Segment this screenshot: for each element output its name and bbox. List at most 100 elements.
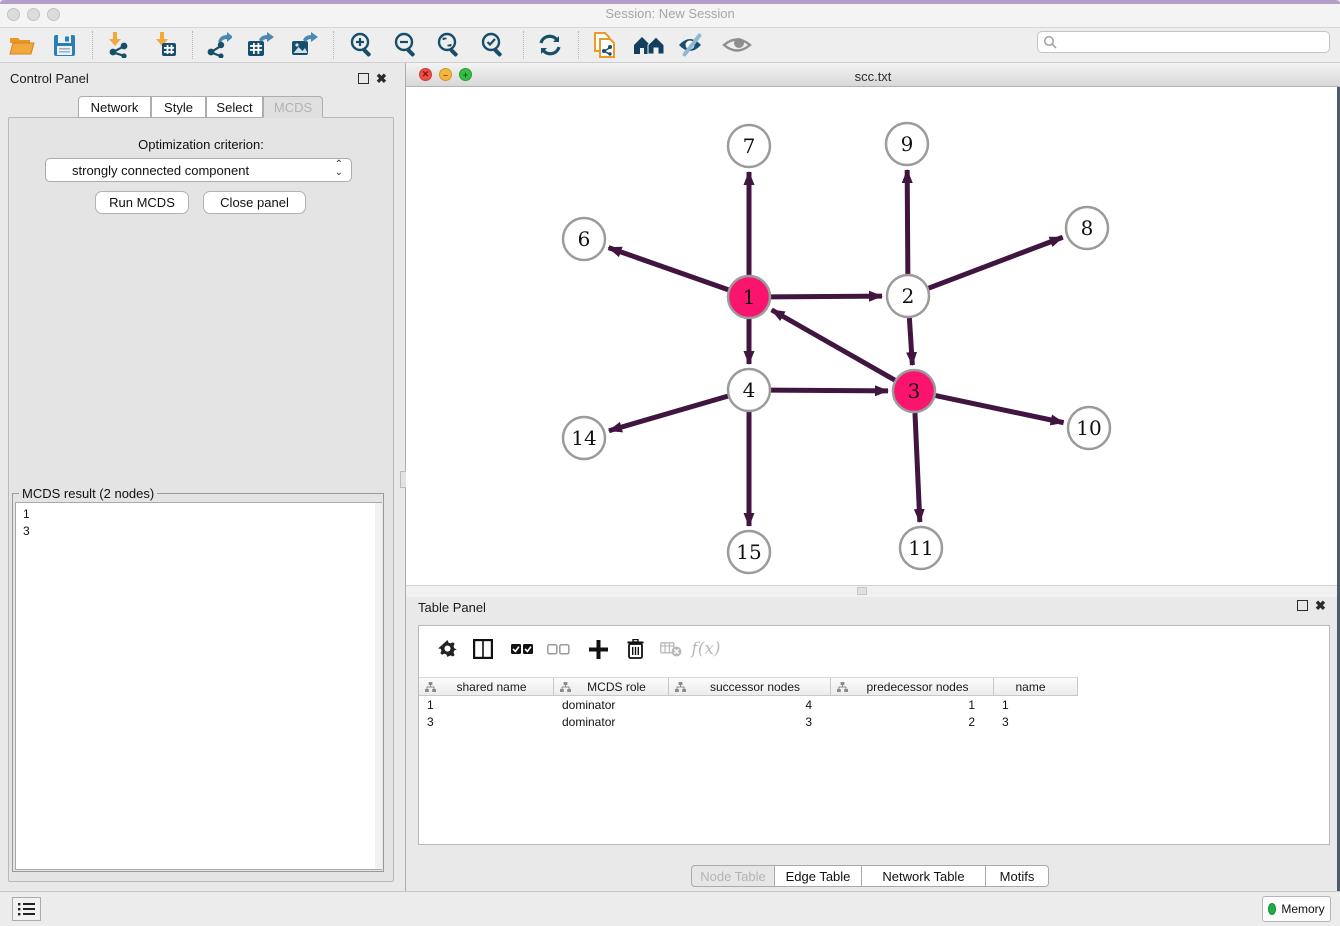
delete-table-icon[interactable] bbox=[656, 635, 686, 663]
hide-selected-icon[interactable] bbox=[675, 30, 709, 60]
graph-node-10[interactable]: 10 bbox=[1068, 407, 1110, 449]
node-label: 8 bbox=[1081, 216, 1094, 240]
cell-successor-nodes[interactable]: 3 bbox=[669, 713, 831, 730]
cell-predecessor-nodes[interactable]: 2 bbox=[831, 713, 994, 730]
graph-node-1[interactable]: 1 bbox=[728, 276, 770, 318]
memory-button[interactable]: Memory bbox=[1262, 896, 1331, 922]
column-grouping-icon bbox=[837, 682, 848, 692]
edge-3-1[interactable] bbox=[772, 310, 895, 380]
tab-mcds[interactable]: MCDS bbox=[263, 96, 323, 118]
zoom-out-icon[interactable] bbox=[389, 30, 423, 60]
cell-shared-name[interactable]: 3 bbox=[419, 713, 554, 730]
network-canvas[interactable]: 1 2 3 4 6 7 8 9 10 11 14 15 bbox=[406, 87, 1337, 585]
export-image-icon[interactable] bbox=[288, 30, 322, 60]
tab-network-table[interactable]: Network Table bbox=[862, 865, 986, 887]
table-panel-title: Table Panel bbox=[418, 600, 486, 615]
delete-column-icon[interactable] bbox=[620, 635, 650, 663]
mcds-result-scrollbar[interactable] bbox=[375, 503, 382, 869]
graph-node-7[interactable]: 7 bbox=[728, 125, 770, 167]
column-header-name[interactable]: name bbox=[994, 677, 1078, 696]
tab-select[interactable]: Select bbox=[206, 96, 263, 118]
zoom-selected-icon[interactable] bbox=[476, 30, 510, 60]
split-view-icon[interactable] bbox=[468, 635, 498, 663]
control-panel-title: Control Panel bbox=[10, 71, 89, 86]
graph-node-8[interactable]: 8 bbox=[1066, 207, 1108, 249]
run-mcds-button[interactable]: Run MCDS bbox=[95, 191, 189, 214]
cell-successor-nodes[interactable]: 4 bbox=[669, 696, 831, 713]
column-header-shared-name[interactable]: shared name bbox=[419, 677, 554, 696]
tab-node-table[interactable]: Node Table bbox=[691, 865, 775, 887]
show-all-icon[interactable] bbox=[720, 30, 754, 60]
network-hscrollbar-thumb[interactable] bbox=[857, 587, 867, 595]
import-table-icon[interactable] bbox=[148, 30, 182, 60]
search-input[interactable] bbox=[1058, 33, 1329, 51]
node-label: 7 bbox=[743, 134, 756, 158]
optimization-criterion-label: Optimization criterion: bbox=[8, 137, 394, 152]
network-window-title: scc.txt bbox=[406, 69, 1340, 84]
cell-name[interactable]: 3 bbox=[994, 713, 1078, 730]
close-panel-button[interactable]: Close panel bbox=[203, 191, 306, 214]
duplicate-network-icon[interactable] bbox=[588, 30, 622, 60]
graph-node-14[interactable]: 14 bbox=[563, 417, 605, 459]
search-box bbox=[1037, 31, 1330, 53]
edge-4-3[interactable] bbox=[771, 390, 888, 391]
add-column-icon[interactable] bbox=[583, 635, 613, 663]
control-panel-float-icon[interactable] bbox=[358, 73, 369, 84]
edge-4-14[interactable] bbox=[609, 396, 728, 431]
table-row[interactable]: 1dominator411 bbox=[419, 696, 1078, 713]
import-network-icon[interactable] bbox=[101, 30, 135, 60]
network-hscrollbar[interactable] bbox=[406, 585, 1337, 597]
tab-edge-table[interactable]: Edge Table bbox=[775, 865, 862, 887]
cell-MCDS-role[interactable]: dominator bbox=[554, 713, 669, 730]
graph-node-3[interactable]: 3 bbox=[893, 370, 935, 412]
edge-3-10[interactable] bbox=[936, 396, 1064, 423]
cell-name[interactable]: 1 bbox=[994, 696, 1078, 713]
tab-style[interactable]: Style bbox=[151, 96, 206, 118]
cell-predecessor-nodes[interactable]: 1 bbox=[831, 696, 994, 713]
edge-1-6[interactable] bbox=[609, 248, 729, 290]
unselect-all-columns-icon[interactable] bbox=[543, 635, 573, 663]
node-label: 14 bbox=[571, 426, 596, 450]
table-panel-close-icon[interactable]: ✖ bbox=[1315, 600, 1326, 611]
mcds-result-group: MCDS result (2 nodes) 1 3 bbox=[12, 493, 384, 872]
node-label: 3 bbox=[908, 379, 921, 403]
column-grouping-icon bbox=[675, 682, 686, 692]
graph-node-15[interactable]: 15 bbox=[728, 531, 770, 573]
select-all-columns-icon[interactable] bbox=[507, 635, 537, 663]
edge-3-11[interactable] bbox=[915, 413, 920, 522]
edge-2-8[interactable] bbox=[929, 237, 1063, 288]
column-header-MCDS-role[interactable]: MCDS role bbox=[554, 677, 669, 696]
gear-icon[interactable] bbox=[432, 635, 462, 663]
mcds-result-text[interactable]: 1 3 bbox=[15, 502, 382, 870]
open-session-icon[interactable] bbox=[5, 30, 39, 60]
table-row[interactable]: 3dominator323 bbox=[419, 713, 1078, 730]
graph-node-2[interactable]: 2 bbox=[887, 275, 929, 317]
graph-node-9[interactable]: 9 bbox=[886, 123, 928, 165]
graph-node-6[interactable]: 6 bbox=[563, 218, 605, 260]
edge-2-3[interactable] bbox=[909, 318, 912, 365]
session-title: Session: New Session bbox=[0, 6, 1340, 21]
control-panel-close-icon[interactable]: ✖ bbox=[376, 73, 387, 84]
edge-1-2[interactable] bbox=[771, 296, 882, 297]
zoom-in-icon[interactable] bbox=[345, 30, 379, 60]
column-header-predecessor-nodes[interactable]: predecessor nodes bbox=[831, 677, 994, 696]
graph-node-11[interactable]: 11 bbox=[900, 527, 942, 569]
column-header-successor-nodes[interactable]: successor nodes bbox=[669, 677, 831, 696]
cell-shared-name[interactable]: 1 bbox=[419, 696, 554, 713]
tab-network[interactable]: Network bbox=[78, 96, 151, 118]
table-panel-float-icon[interactable] bbox=[1297, 600, 1308, 611]
graph-node-4[interactable]: 4 bbox=[728, 369, 770, 411]
refresh-layout-icon[interactable] bbox=[533, 30, 567, 60]
edge-2-9[interactable] bbox=[907, 170, 908, 274]
export-table-icon[interactable] bbox=[244, 30, 278, 60]
first-neighbors-icon[interactable] bbox=[632, 30, 666, 60]
tab-motifs[interactable]: Motifs bbox=[986, 865, 1049, 887]
export-network-icon[interactable] bbox=[201, 30, 235, 60]
network-graph: 1 2 3 4 6 7 8 9 10 11 14 15 bbox=[406, 87, 1337, 585]
toolbar-separator bbox=[578, 31, 579, 59]
cell-MCDS-role[interactable]: dominator bbox=[554, 696, 669, 713]
save-session-icon[interactable] bbox=[47, 30, 81, 60]
optimization-criterion-select[interactable]: strongly connected component ⌃⌄ bbox=[45, 158, 352, 182]
task-history-button[interactable] bbox=[12, 897, 41, 921]
zoom-fit-icon[interactable] bbox=[432, 30, 466, 60]
